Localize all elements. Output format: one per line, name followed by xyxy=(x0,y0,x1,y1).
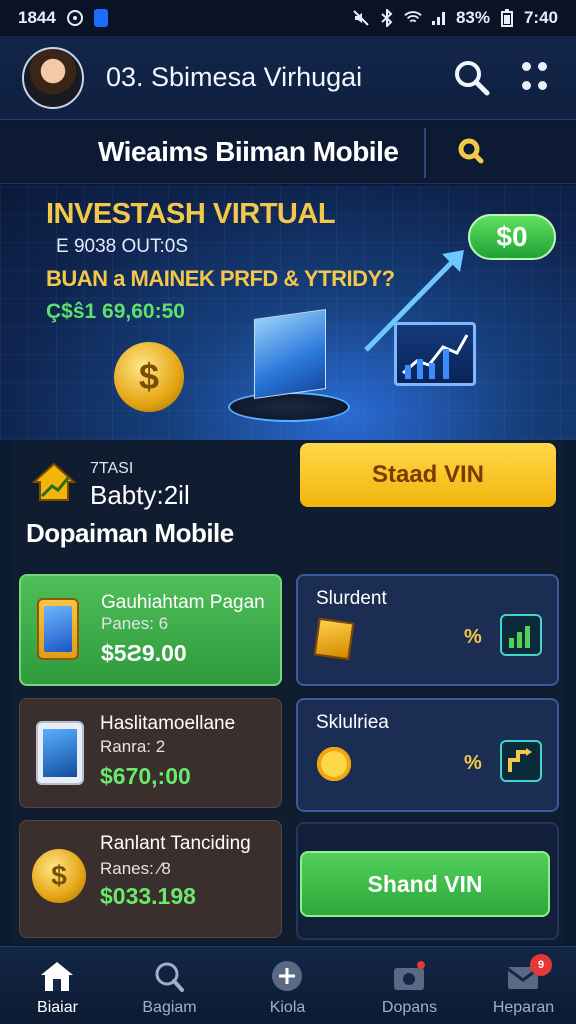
house-chart-icon xyxy=(31,462,77,501)
investment-card[interactable]: Gauhiahtam Pagan Panes: 6 $5Ƨ9.00 xyxy=(19,574,282,686)
investment-label: 7TASI xyxy=(90,460,134,477)
hero-subline: E 9038 OUT:0S xyxy=(56,236,189,257)
start-vin-button[interactable]: Staad VIN xyxy=(300,443,556,507)
grid-dot xyxy=(538,80,547,90)
plus-icon xyxy=(272,961,302,991)
notification-icon xyxy=(93,9,108,27)
card-title: Sklulriea xyxy=(316,712,389,733)
tab-label: Bagiam xyxy=(142,999,197,1016)
tab-add[interactable]: Kiola xyxy=(230,947,345,1024)
shand-vin-button[interactable]: Shand VIN xyxy=(300,851,550,917)
grid-dot xyxy=(538,62,547,71)
growth-arrow-icon xyxy=(364,250,464,352)
hero-amount: Ç$ŝ1 69,60:50 xyxy=(46,300,185,323)
hero-banner[interactable]: INVESTASH VIRTUAL E 9038 OUT:0S BUAN a M… xyxy=(0,186,576,440)
card-amount: $033.198 xyxy=(100,883,196,909)
percent-label: % xyxy=(464,752,482,774)
battery-percent: 83% xyxy=(455,8,490,27)
tab-inbox[interactable]: Heparan xyxy=(466,947,576,1024)
dollar-coin-icon: $ xyxy=(114,342,184,412)
card-subtitle: Ranes: ⁄8 xyxy=(100,859,171,878)
app-bar: 03. Sbimesa Virhugai xyxy=(0,36,576,120)
crystal-cube-icon xyxy=(254,308,326,400)
grid-menu-button[interactable] xyxy=(522,62,552,92)
grid-dot xyxy=(522,62,531,71)
investment-card[interactable]: Sklulriea % xyxy=(296,698,559,812)
status-time: 1844 xyxy=(18,8,56,27)
growth-chart-icon xyxy=(500,740,542,782)
tab-search[interactable]: Bagiam xyxy=(112,947,227,1024)
card-title: Gauhiahtam Pagan xyxy=(101,592,265,613)
hero-question: BUAN a MAINEK PRFD & YTRIDY? xyxy=(46,266,395,291)
tab-label: Kiola xyxy=(269,999,306,1016)
sun-icon xyxy=(314,744,354,784)
divider xyxy=(424,128,426,178)
settings-icon xyxy=(66,9,84,27)
section-title: Dopaiman Mobile xyxy=(26,518,234,548)
status-bar: 1844 83% 7:40 xyxy=(0,0,576,36)
subheader-title: Wieaims Biiman Mobile xyxy=(98,136,399,167)
investment-card[interactable]: Slurdent % xyxy=(296,574,559,686)
tablet-icon xyxy=(36,721,84,785)
dollar-coin-icon: $ xyxy=(32,849,86,903)
status-clock: 7:40 xyxy=(523,8,558,27)
hero-heading: INVESTASH VIRTUAL xyxy=(46,198,336,230)
phone-icon xyxy=(37,598,79,660)
home-icon xyxy=(41,962,73,991)
card-title: Haslitamoellane xyxy=(100,713,236,734)
grid-dot xyxy=(522,80,531,90)
gem-icon xyxy=(313,617,355,661)
search-icon xyxy=(455,61,490,96)
investment-value: Babty:2il xyxy=(90,480,190,510)
notification-badge: 9 xyxy=(530,954,552,976)
bottom-tab-bar: Biaiar Bagiam Kiola Dopans Heparan xyxy=(0,946,576,1024)
balance-pill[interactable]: $0 xyxy=(468,214,556,260)
investment-card[interactable]: $ Ranlant Tanciding Ranes: ⁄8 $033.198 xyxy=(19,820,282,938)
subheader: Wieaims Biiman Mobile xyxy=(0,122,576,184)
search-button[interactable] xyxy=(452,58,492,98)
card-title: Slurdent xyxy=(316,588,387,609)
search-icon xyxy=(458,138,484,164)
wifi-icon xyxy=(404,9,422,27)
tab-camera[interactable]: Dopans xyxy=(352,947,467,1024)
camera-icon xyxy=(394,961,425,990)
search-icon xyxy=(155,962,184,992)
bar-chart-icon xyxy=(500,614,542,656)
tab-label: Heparan xyxy=(492,999,555,1016)
avatar[interactable] xyxy=(22,46,84,109)
subheader-search-button[interactable] xyxy=(456,136,488,168)
tab-label: Biaiar xyxy=(37,999,78,1016)
tab-label: Dopans xyxy=(381,999,438,1016)
card-subtitle: Panes: 6 xyxy=(101,614,169,633)
bluetooth-icon xyxy=(378,9,396,27)
card-subtitle: Ranra: 2 xyxy=(100,737,166,756)
investment-card[interactable]: Haslitamoellane Ranra: 2 $670,:00 xyxy=(19,698,282,808)
card-title: Ranlant Tanciding xyxy=(100,833,251,854)
percent-label: % xyxy=(464,626,482,648)
signal-icon xyxy=(430,9,448,27)
tab-home[interactable]: Biaiar xyxy=(0,947,115,1024)
platform-graphic xyxy=(228,392,350,422)
mute-icon xyxy=(352,9,370,27)
battery-icon xyxy=(498,9,516,27)
card-amount: $670,:00 xyxy=(100,763,191,789)
app-title: 03. Sbimesa Virhugai xyxy=(106,62,363,92)
card-amount: $5Ƨ9.00 xyxy=(101,640,187,666)
